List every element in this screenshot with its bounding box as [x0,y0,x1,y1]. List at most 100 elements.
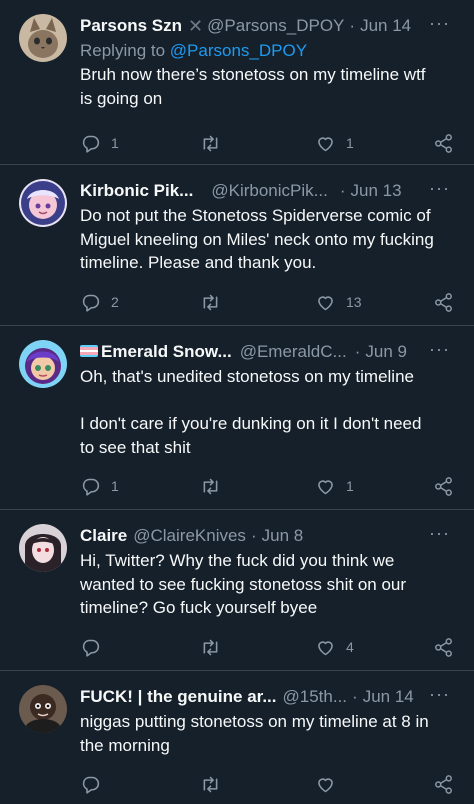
like-icon [318,136,333,151]
action-bar: 1 1 [80,130,460,156]
share-button[interactable] [433,637,454,658]
avatar[interactable] [19,524,67,572]
like-button[interactable]: 4 [315,637,354,658]
display-name[interactable]: Emerald Snow... [101,341,232,363]
reply-count: 1 [111,478,119,494]
action-bar: 2 13 [80,289,460,315]
reply-icon [82,776,100,794]
share-button[interactable] [433,292,454,313]
reply-icon [82,639,100,657]
tweet-body: Claire @ClaireKnives · Jun 8 ··· Hi, Twi… [80,522,460,657]
x-logo-icon: ✕ [188,16,204,36]
retweet-icon [203,776,218,792]
tweet-date[interactable]: Jun 14 [363,686,414,708]
display-name[interactable]: FUCK! | the genuine ar... [80,686,277,708]
share-button[interactable] [433,476,454,497]
like-button[interactable]: 1 [315,133,354,154]
avatar[interactable] [19,14,67,62]
retweet-icon [203,135,218,151]
display-name[interactable]: Kirbonic Pik... [80,180,193,202]
tweet[interactable]: Parsons Szn ✕ @Parsons_DPOY · Jun 14 ···… [0,0,474,165]
retweet-icon [203,639,218,655]
reply-button[interactable]: 1 [80,133,119,154]
mention-link[interactable]: @Parsons_DPOY [170,41,307,60]
tweet-text: Hi, Twitter? Why the fuck did you think … [80,551,407,617]
like-button[interactable] [315,774,346,795]
trans-flag-icon [80,345,98,357]
action-bar: 1 1 [80,473,460,499]
more-icon[interactable]: ··· [429,12,450,34]
tweet-date[interactable]: Jun 8 [262,525,304,547]
user-handle[interactable]: @15th... [283,686,348,708]
like-button[interactable]: 1 [315,476,354,497]
more-icon[interactable]: ··· [429,177,450,199]
like-count: 4 [346,639,354,655]
action-bar [80,771,460,797]
tweet-date[interactable]: Jun 9 [365,341,407,363]
tweet[interactable]: FUCK! | the genuine ar... @15th... · Jun… [0,671,474,804]
retweet-icon [203,294,218,310]
tweet[interactable]: Emerald Snow... @EmeraldC... · Jun 9 ···… [0,326,474,510]
like-icon [318,479,333,494]
separator-dot: · [349,16,356,35]
avatar[interactable] [19,340,67,388]
share-icon [435,637,452,657]
tweet[interactable]: Claire @ClaireKnives · Jun 8 ··· Hi, Twi… [0,510,474,671]
avatar[interactable] [19,179,67,227]
avatar[interactable] [19,685,67,733]
like-button[interactable]: 13 [315,292,362,313]
reply-count: 2 [111,294,119,310]
reply-icon [82,135,100,153]
retweet-button[interactable] [200,476,231,497]
reply-button[interactable]: 2 [80,292,119,313]
user-handle[interactable]: @ClaireKnives [133,525,246,547]
tweet[interactable]: Kirbonic Pik... @KirbonicPik... · Jun 13… [0,165,474,326]
tweet-date[interactable]: Jun 13 [351,180,402,202]
share-icon [435,133,452,153]
separator-dot: · [250,526,257,545]
reply-button[interactable]: 1 [80,476,119,497]
share-button[interactable] [433,774,454,795]
retweet-button[interactable] [200,637,231,658]
like-count: 1 [346,135,354,151]
more-icon[interactable]: ··· [429,338,450,360]
display-name[interactable]: Parsons Szn [80,15,182,37]
reply-button[interactable] [80,637,111,658]
tweet-header: FUCK! | the genuine ar... @15th... · Jun… [80,683,460,709]
tweet-header: Kirbonic Pik... @KirbonicPik... · Jun 13… [80,177,460,203]
reply-icon [82,294,100,312]
user-handle[interactable]: @EmeraldC... [240,341,347,363]
tweet-header: Emerald Snow... @EmeraldC... · Jun 9 ··· [80,338,460,364]
share-icon [435,476,452,496]
reply-icon [82,478,100,496]
tweet-body: Parsons Szn ✕ @Parsons_DPOY · Jun 14 ···… [80,12,460,153]
like-icon [318,295,333,310]
user-handle[interactable]: @KirbonicPik... [211,180,327,202]
reply-button[interactable] [80,774,111,795]
separator-dot: · [339,181,346,200]
reply-count: 1 [111,135,119,151]
retweet-button[interactable] [200,774,231,795]
tweet-body: FUCK! | the genuine ar... @15th... · Jun… [80,683,460,794]
like-icon [318,640,333,655]
share-button[interactable] [433,133,454,154]
like-count: 1 [346,478,354,494]
user-handle[interactable]: @Parsons_DPOY [207,15,344,37]
action-bar: 4 [80,634,460,660]
timeline-feed: Parsons Szn ✕ @Parsons_DPOY · Jun 14 ···… [0,0,474,804]
share-icon [435,774,452,794]
tweet-text: Do not put the Stonetoss Spiderverse com… [80,206,434,272]
retweet-button[interactable] [200,133,231,154]
tweet-text: Oh, that's unedited stonetoss on my time… [80,367,422,457]
retweet-icon [203,478,218,494]
like-count: 13 [346,294,362,310]
retweet-button[interactable] [200,292,231,313]
display-name[interactable]: Claire [80,525,127,547]
more-icon[interactable]: ··· [429,683,450,705]
replying-to-label: Replying to [80,41,166,60]
tweet-header: Parsons Szn ✕ @Parsons_DPOY · Jun 14 ··· [80,12,460,38]
like-icon [318,777,333,792]
more-icon[interactable]: ··· [429,522,450,544]
tweet-date[interactable]: Jun 14 [360,15,411,37]
tweet-body: Kirbonic Pik... @KirbonicPik... · Jun 13… [80,177,460,312]
